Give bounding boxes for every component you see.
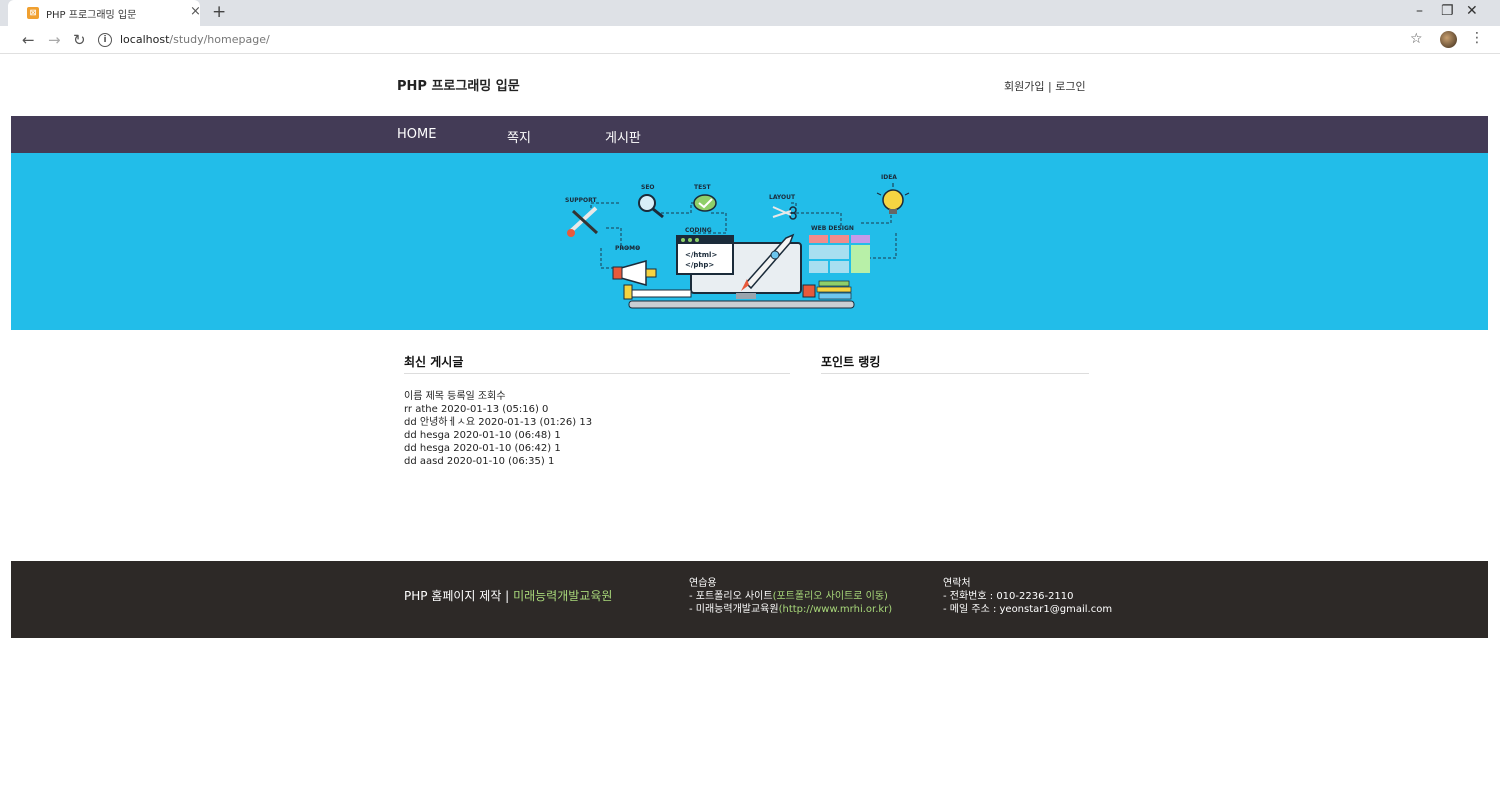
hero-banner: SUPPORT SEO TEST LAYOUT IDEA PROMO CODIN… [11,153,1488,330]
nav-message[interactable]: 쪽지 [507,127,531,146]
tab-title: PHP 프로그래밍 입문 [46,10,137,21]
new-tab-button[interactable]: + [212,2,226,22]
mrhi-label: - 미래능력개발교육원 [689,604,779,615]
list-item[interactable]: dd hesga 2020-01-10 (06:42) 1 [404,442,592,455]
check-icon [693,194,717,212]
web-development-illustration: SUPPORT SEO TEST LAYOUT IDEA PROMO CODIN… [565,174,910,309]
footer-practice-column: 연습용 - 포트폴리오 사이트(포트폴리오 사이트로 이동) - 미래능력개발교… [689,577,892,616]
list-item[interactable]: rr athe 2020-01-13 (05:16) 0 [404,403,592,416]
bookmark-star-icon[interactable]: ☆ [1410,31,1423,47]
footer-practice-title: 연습용 [689,578,717,589]
link-separator: | [1047,80,1052,93]
minimize-button[interactable]: – [1416,3,1423,19]
web-design-grid-icon [809,235,870,273]
main-nav: HOME 쪽지 게시판 [11,116,1488,153]
portfolio-link[interactable]: (포트폴리오 사이트로 이동) [773,591,888,602]
browser-tab[interactable]: ⊠ PHP 프로그래밍 입문 × [8,0,201,26]
code-window-icon: </html> </php> [676,235,734,275]
forward-arrow-icon[interactable]: → [48,31,61,49]
code-line-html: </html> [685,251,717,259]
top-links: 회원가입 | 로그인 [1004,78,1086,94]
portfolio-line: - 포트폴리오 사이트(포트폴리오 사이트로 이동) [689,590,892,603]
latest-posts-list: 이름 제목 등록일 조회수 rr athe 2020-01-13 (05:16)… [404,390,592,468]
point-ranking-title: 포인트 랭킹 [821,355,881,369]
footer-brand-highlight: 미래능력개발교육원 [513,589,613,603]
footer-brand: PHP 홈페이지 제작 | 미래능력개발교육원 [404,587,612,604]
test-label: TEST [694,184,712,191]
coding-label: CODING [685,227,712,234]
info-icon[interactable]: i [98,33,112,47]
support-label: SUPPORT [565,197,597,204]
lightbulb-icon [876,183,910,214]
nav-home[interactable]: HOME [397,127,436,142]
reload-icon[interactable]: ↻ [73,31,86,49]
footer-phone: - 전화번호 : 010-2236-2110 [943,591,1074,602]
seo-label: SEO [641,184,655,191]
latest-posts-divider [404,373,790,374]
list-item[interactable]: dd aasd 2020-01-10 (06:35) 1 [404,455,592,468]
mrhi-link[interactable]: (http://www.mrhi.or.kr) [779,604,893,615]
mug-and-books-icon [802,280,852,300]
url-text: localhost/study/homepage/ [120,33,270,46]
window-close-button[interactable]: ✕ [1466,3,1478,19]
list-item[interactable]: dd 안녕하ㅔㅅ요 2020-01-13 (01:26) 13 [404,416,592,429]
url-field[interactable]: i localhost/study/homepage/ [98,30,1408,50]
code-line-php: </php> [685,261,714,269]
magnifier-icon [638,194,664,219]
footer-contact-column: 연락처 - 전화번호 : 010-2236-2110 - 메일 주소 : yeo… [943,577,1112,616]
scissors-icon [772,206,797,220]
browser-tab-bar: ⊠ PHP 프로그래밍 입문 × + – ❐ ✕ [0,0,1500,26]
footer: PHP 홈페이지 제작 | 미래능력개발교육원 연습용 - 포트폴리오 사이트(… [11,561,1488,638]
tools-icon [567,206,599,237]
address-toolbar: ← → ↻ i localhost/study/homepage/ ☆ ⋮ [0,26,1500,54]
xampp-favicon-icon: ⊠ [27,7,39,19]
restore-button[interactable]: ❐ [1441,3,1454,19]
layout-label: LAYOUT [769,194,796,201]
latest-posts-header: 이름 제목 등록일 조회수 [404,391,506,402]
portfolio-label: - 포트폴리오 사이트 [689,591,773,602]
menu-kebab-icon[interactable]: ⋮ [1470,30,1484,46]
footer-contact-title: 연락처 [943,578,971,589]
site-title[interactable]: PHP 프로그래밍 입문 [397,75,520,94]
login-link[interactable]: 로그인 [1055,80,1085,93]
web-design-label: WEB DESIGN [811,225,854,232]
footer-brand-prefix: PHP 홈페이지 제작 | [404,589,510,603]
footer-email: - 메일 주소 : yeonstar1@gmail.com [943,604,1113,615]
signup-link[interactable]: 회원가입 [1004,80,1044,93]
point-ranking-divider [821,373,1089,374]
nav-board[interactable]: 게시판 [605,127,641,146]
list-item[interactable]: dd hesga 2020-01-10 (06:48) 1 [404,429,592,442]
back-arrow-icon[interactable]: ← [22,31,35,49]
tab-close-icon[interactable]: × [190,4,201,19]
profile-avatar[interactable] [1440,31,1457,48]
promo-label: PROMO [615,245,640,252]
mrhi-line: - 미래능력개발교육원(http://www.mrhi.or.kr) [689,603,892,616]
latest-posts-title: 최신 게시글 [404,355,464,369]
idea-label: IDEA [881,174,897,181]
